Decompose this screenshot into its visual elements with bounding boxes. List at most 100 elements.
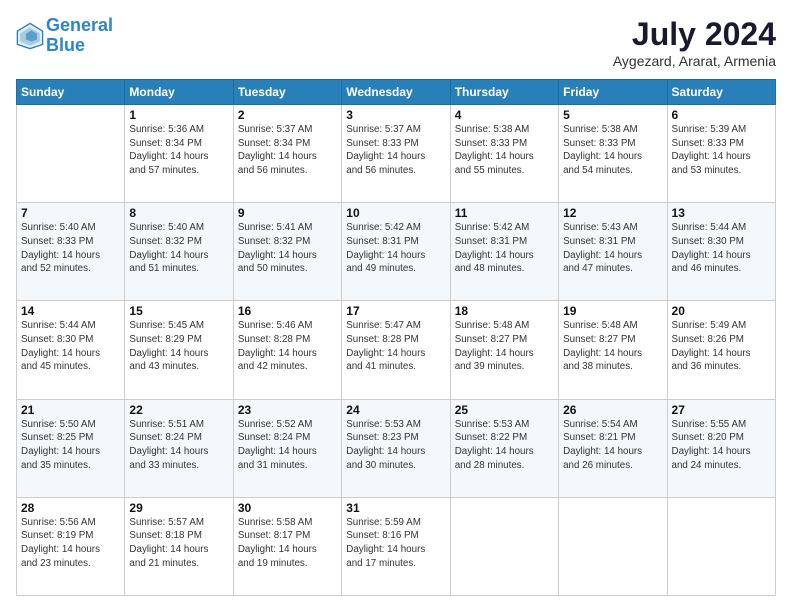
day-info: Sunrise: 5:53 AM Sunset: 8:22 PM Dayligh… xyxy=(455,418,554,473)
day-cell-7: 7Sunrise: 5:40 AM Sunset: 8:33 PM Daylig… xyxy=(17,203,125,301)
day-cell-23: 23Sunrise: 5:52 AM Sunset: 8:24 PM Dayli… xyxy=(233,399,341,497)
day-info: Sunrise: 5:51 AM Sunset: 8:24 PM Dayligh… xyxy=(129,418,228,473)
day-number: 28 xyxy=(21,501,120,515)
day-info: Sunrise: 5:53 AM Sunset: 8:23 PM Dayligh… xyxy=(346,418,445,473)
day-cell-20: 20Sunrise: 5:49 AM Sunset: 8:26 PM Dayli… xyxy=(667,301,775,399)
col-header-friday: Friday xyxy=(559,80,667,105)
day-info: Sunrise: 5:38 AM Sunset: 8:33 PM Dayligh… xyxy=(455,123,554,178)
day-cell-24: 24Sunrise: 5:53 AM Sunset: 8:23 PM Dayli… xyxy=(342,399,450,497)
day-info: Sunrise: 5:37 AM Sunset: 8:34 PM Dayligh… xyxy=(238,123,337,178)
day-number: 25 xyxy=(455,403,554,417)
day-cell-6: 6Sunrise: 5:39 AM Sunset: 8:33 PM Daylig… xyxy=(667,105,775,203)
day-info: Sunrise: 5:58 AM Sunset: 8:17 PM Dayligh… xyxy=(238,516,337,571)
day-cell-19: 19Sunrise: 5:48 AM Sunset: 8:27 PM Dayli… xyxy=(559,301,667,399)
day-number: 6 xyxy=(672,108,771,122)
day-number: 19 xyxy=(563,304,662,318)
day-number: 1 xyxy=(129,108,228,122)
day-number: 30 xyxy=(238,501,337,515)
day-info: Sunrise: 5:43 AM Sunset: 8:31 PM Dayligh… xyxy=(563,221,662,276)
empty-cell xyxy=(17,105,125,203)
day-cell-8: 8Sunrise: 5:40 AM Sunset: 8:32 PM Daylig… xyxy=(125,203,233,301)
day-number: 20 xyxy=(672,304,771,318)
day-cell-27: 27Sunrise: 5:55 AM Sunset: 8:20 PM Dayli… xyxy=(667,399,775,497)
day-info: Sunrise: 5:56 AM Sunset: 8:19 PM Dayligh… xyxy=(21,516,120,571)
day-info: Sunrise: 5:44 AM Sunset: 8:30 PM Dayligh… xyxy=(672,221,771,276)
main-title: July 2024 xyxy=(613,16,776,53)
page: General Blue July 2024 Aygezard, Ararat,… xyxy=(0,0,792,612)
day-number: 22 xyxy=(129,403,228,417)
day-number: 21 xyxy=(21,403,120,417)
day-number: 4 xyxy=(455,108,554,122)
day-info: Sunrise: 5:52 AM Sunset: 8:24 PM Dayligh… xyxy=(238,418,337,473)
logo-text: General Blue xyxy=(46,16,113,56)
col-header-sunday: Sunday xyxy=(17,80,125,105)
day-number: 14 xyxy=(21,304,120,318)
day-cell-14: 14Sunrise: 5:44 AM Sunset: 8:30 PM Dayli… xyxy=(17,301,125,399)
day-cell-13: 13Sunrise: 5:44 AM Sunset: 8:30 PM Dayli… xyxy=(667,203,775,301)
day-number: 15 xyxy=(129,304,228,318)
logo-icon xyxy=(16,22,44,50)
day-cell-9: 9Sunrise: 5:41 AM Sunset: 8:32 PM Daylig… xyxy=(233,203,341,301)
col-header-tuesday: Tuesday xyxy=(233,80,341,105)
day-cell-11: 11Sunrise: 5:42 AM Sunset: 8:31 PM Dayli… xyxy=(450,203,558,301)
day-number: 3 xyxy=(346,108,445,122)
col-header-saturday: Saturday xyxy=(667,80,775,105)
day-number: 23 xyxy=(238,403,337,417)
day-info: Sunrise: 5:40 AM Sunset: 8:33 PM Dayligh… xyxy=(21,221,120,276)
day-cell-5: 5Sunrise: 5:38 AM Sunset: 8:33 PM Daylig… xyxy=(559,105,667,203)
day-cell-2: 2Sunrise: 5:37 AM Sunset: 8:34 PM Daylig… xyxy=(233,105,341,203)
day-number: 10 xyxy=(346,206,445,220)
day-cell-29: 29Sunrise: 5:57 AM Sunset: 8:18 PM Dayli… xyxy=(125,497,233,595)
day-info: Sunrise: 5:37 AM Sunset: 8:33 PM Dayligh… xyxy=(346,123,445,178)
day-number: 5 xyxy=(563,108,662,122)
day-cell-31: 31Sunrise: 5:59 AM Sunset: 8:16 PM Dayli… xyxy=(342,497,450,595)
day-info: Sunrise: 5:55 AM Sunset: 8:20 PM Dayligh… xyxy=(672,418,771,473)
day-number: 27 xyxy=(672,403,771,417)
col-header-monday: Monday xyxy=(125,80,233,105)
day-number: 8 xyxy=(129,206,228,220)
day-number: 18 xyxy=(455,304,554,318)
day-info: Sunrise: 5:39 AM Sunset: 8:33 PM Dayligh… xyxy=(672,123,771,178)
day-info: Sunrise: 5:48 AM Sunset: 8:27 PM Dayligh… xyxy=(455,319,554,374)
day-info: Sunrise: 5:59 AM Sunset: 8:16 PM Dayligh… xyxy=(346,516,445,571)
empty-cell xyxy=(667,497,775,595)
empty-cell xyxy=(559,497,667,595)
week-row-4: 21Sunrise: 5:50 AM Sunset: 8:25 PM Dayli… xyxy=(17,399,776,497)
day-info: Sunrise: 5:48 AM Sunset: 8:27 PM Dayligh… xyxy=(563,319,662,374)
day-cell-17: 17Sunrise: 5:47 AM Sunset: 8:28 PM Dayli… xyxy=(342,301,450,399)
calendar-table: SundayMondayTuesdayWednesdayThursdayFrid… xyxy=(16,79,776,596)
day-number: 17 xyxy=(346,304,445,318)
col-header-thursday: Thursday xyxy=(450,80,558,105)
day-number: 2 xyxy=(238,108,337,122)
day-cell-4: 4Sunrise: 5:38 AM Sunset: 8:33 PM Daylig… xyxy=(450,105,558,203)
day-cell-21: 21Sunrise: 5:50 AM Sunset: 8:25 PM Dayli… xyxy=(17,399,125,497)
day-number: 12 xyxy=(563,206,662,220)
day-cell-12: 12Sunrise: 5:43 AM Sunset: 8:31 PM Dayli… xyxy=(559,203,667,301)
day-info: Sunrise: 5:42 AM Sunset: 8:31 PM Dayligh… xyxy=(346,221,445,276)
day-number: 16 xyxy=(238,304,337,318)
day-number: 11 xyxy=(455,206,554,220)
day-cell-15: 15Sunrise: 5:45 AM Sunset: 8:29 PM Dayli… xyxy=(125,301,233,399)
day-number: 24 xyxy=(346,403,445,417)
title-block: July 2024 Aygezard, Ararat, Armenia xyxy=(613,16,776,69)
day-info: Sunrise: 5:40 AM Sunset: 8:32 PM Dayligh… xyxy=(129,221,228,276)
logo: General Blue xyxy=(16,16,113,56)
week-row-3: 14Sunrise: 5:44 AM Sunset: 8:30 PM Dayli… xyxy=(17,301,776,399)
week-row-5: 28Sunrise: 5:56 AM Sunset: 8:19 PM Dayli… xyxy=(17,497,776,595)
day-number: 7 xyxy=(21,206,120,220)
subtitle: Aygezard, Ararat, Armenia xyxy=(613,53,776,69)
day-cell-1: 1Sunrise: 5:36 AM Sunset: 8:34 PM Daylig… xyxy=(125,105,233,203)
day-cell-26: 26Sunrise: 5:54 AM Sunset: 8:21 PM Dayli… xyxy=(559,399,667,497)
day-cell-30: 30Sunrise: 5:58 AM Sunset: 8:17 PM Dayli… xyxy=(233,497,341,595)
day-number: 13 xyxy=(672,206,771,220)
col-header-wednesday: Wednesday xyxy=(342,80,450,105)
day-cell-25: 25Sunrise: 5:53 AM Sunset: 8:22 PM Dayli… xyxy=(450,399,558,497)
day-info: Sunrise: 5:47 AM Sunset: 8:28 PM Dayligh… xyxy=(346,319,445,374)
day-info: Sunrise: 5:44 AM Sunset: 8:30 PM Dayligh… xyxy=(21,319,120,374)
day-info: Sunrise: 5:42 AM Sunset: 8:31 PM Dayligh… xyxy=(455,221,554,276)
day-info: Sunrise: 5:38 AM Sunset: 8:33 PM Dayligh… xyxy=(563,123,662,178)
day-info: Sunrise: 5:46 AM Sunset: 8:28 PM Dayligh… xyxy=(238,319,337,374)
header: General Blue July 2024 Aygezard, Ararat,… xyxy=(16,16,776,69)
week-row-2: 7Sunrise: 5:40 AM Sunset: 8:33 PM Daylig… xyxy=(17,203,776,301)
day-number: 31 xyxy=(346,501,445,515)
